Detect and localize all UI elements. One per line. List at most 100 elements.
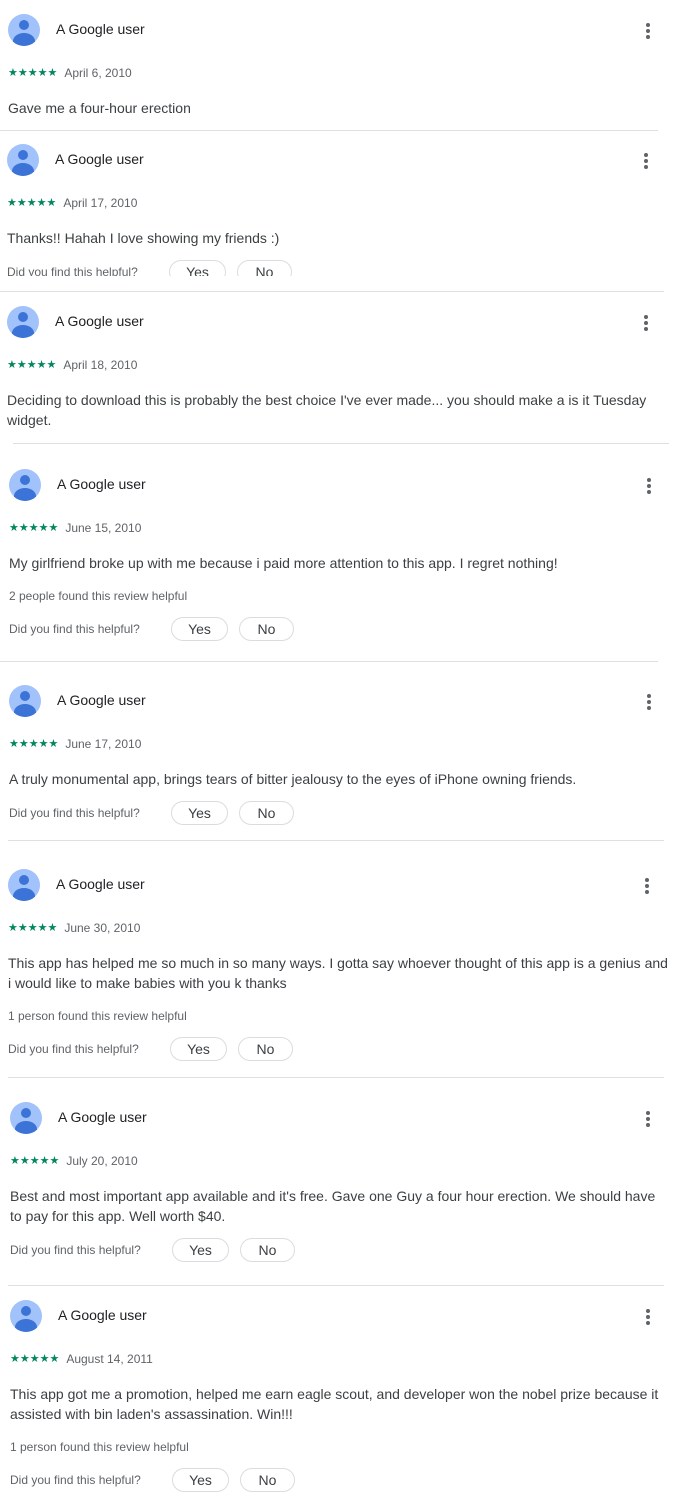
helpful-count: 1 person found this review helpful [8, 1009, 187, 1023]
review-card: A Google user ★★★★★ June 17, 2010 A truly… [9, 685, 674, 830]
helpful-no-button[interactable]: No [239, 801, 294, 825]
review-author: A Google user [57, 692, 146, 708]
star-rating: ★★★★★ [10, 1155, 60, 1168]
review-date: June 30, 2010 [64, 920, 141, 935]
review-card: A Google user ★★★★★ April 17, 2010 Thanks… [7, 144, 672, 278]
review-author: A Google user [56, 876, 145, 892]
review-date: April 6, 2010 [64, 65, 132, 80]
review-date: June 17, 2010 [65, 736, 142, 751]
helpful-yes-button[interactable]: Yes [171, 801, 228, 825]
review-text: Deciding to download this is probably th… [7, 392, 647, 428]
star-rating: ★★★★★ [7, 197, 57, 210]
avatar [7, 306, 39, 338]
review-header: A Google user [10, 1300, 675, 1332]
review-date: April 17, 2010 [63, 195, 138, 210]
helpful-count: 1 person found this review helpful [10, 1440, 189, 1454]
more-options-icon[interactable] [640, 22, 656, 40]
helpful-yes-button[interactable]: Yes [171, 617, 228, 641]
helpful-question: Did you find this helpful? [10, 1243, 141, 1257]
avatar [10, 1102, 42, 1134]
review-author: A Google user [55, 313, 144, 329]
review-author: A Google user [56, 21, 145, 37]
divider [13, 443, 669, 444]
review-text: Best and most important app available an… [10, 1188, 656, 1224]
review-meta: ★★★★★ April 17, 2010 [7, 194, 138, 210]
star-rating: ★★★★★ [9, 738, 59, 751]
star-rating: ★★★★★ [8, 67, 58, 80]
avatar [8, 869, 40, 901]
more-options-icon[interactable] [638, 314, 654, 332]
review-text: Gave me a four-hour erection [8, 100, 191, 116]
review-header: A Google user [7, 306, 672, 338]
divider [8, 1285, 664, 1286]
review-meta: ★★★★★ July 20, 2010 [10, 1152, 138, 1168]
divider [0, 661, 658, 662]
review-card: A Google user ★★★★★ August 14, 2011 This … [10, 1300, 675, 1496]
review-date: July 20, 2010 [66, 1153, 138, 1168]
more-options-icon[interactable] [641, 477, 657, 495]
star-rating: ★★★★★ [10, 1353, 60, 1366]
helpful-question: Did you find this helpful? [8, 1042, 139, 1056]
helpful-question: Did you find this helpful? [9, 806, 140, 820]
helpful-no-button[interactable]: No [237, 260, 292, 276]
review-header: A Google user [8, 869, 673, 901]
review-author: A Google user [58, 1109, 147, 1125]
review-meta: ★★★★★ June 17, 2010 [9, 735, 142, 751]
review-text: This app has helped me so much in so man… [8, 955, 668, 991]
helpful-yes-button[interactable]: Yes [172, 1238, 229, 1262]
more-options-icon[interactable] [641, 693, 657, 711]
review-card: A Google user ★★★★★ June 15, 2010 My girl… [9, 469, 674, 644]
review-text: My girlfriend broke up with me because i… [9, 555, 558, 571]
divider [0, 291, 664, 292]
divider [8, 1077, 664, 1078]
review-date: August 14, 2011 [66, 1351, 153, 1366]
divider [8, 840, 664, 841]
star-rating: ★★★★★ [8, 922, 58, 935]
review-meta: ★★★★★ June 30, 2010 [8, 919, 141, 935]
helpful-question: Did you find this helpful? [7, 265, 138, 276]
helpful-no-button[interactable]: No [240, 1238, 295, 1262]
more-options-icon[interactable] [639, 877, 655, 895]
review-author: A Google user [55, 151, 144, 167]
review-header: A Google user [9, 469, 674, 501]
review-text: Thanks!! Hahah I love showing my friends… [7, 230, 280, 246]
review-card: A Google user ★★★★★ July 20, 2010 Best an… [10, 1102, 675, 1262]
helpful-no-button[interactable]: No [240, 1468, 295, 1492]
review-header: A Google user [9, 685, 674, 717]
review-text: A truly monumental app, brings tears of … [9, 771, 577, 787]
review-header: A Google user [10, 1102, 675, 1134]
helpful-count: 2 people found this review helpful [9, 589, 188, 603]
avatar [9, 685, 41, 717]
star-rating: ★★★★★ [9, 522, 59, 535]
helpful-no-button[interactable]: No [238, 1037, 293, 1061]
review-card: A Google user ★★★★★ June 30, 2010 This ap… [8, 869, 673, 1064]
review-author: A Google user [57, 476, 146, 492]
helpful-yes-button[interactable]: Yes [172, 1468, 229, 1492]
avatar [8, 14, 40, 46]
more-options-icon[interactable] [640, 1110, 656, 1128]
divider [0, 130, 658, 131]
review-card: A Google user ★★★★★ April 6, 2010 Gave me… [8, 14, 673, 124]
review-header: A Google user [8, 14, 673, 46]
avatar [9, 469, 41, 501]
avatar [7, 144, 39, 176]
more-options-icon[interactable] [638, 152, 654, 170]
helpful-question: Did you find this helpful? [9, 622, 140, 636]
review-meta: ★★★★★ April 6, 2010 [8, 64, 132, 80]
helpful-question: Did you find this helpful? [10, 1473, 141, 1487]
review-date: April 18, 2010 [63, 357, 138, 372]
helpful-yes-button[interactable]: Yes [169, 260, 226, 276]
more-options-icon[interactable] [640, 1308, 656, 1326]
review-meta: ★★★★★ April 18, 2010 [7, 356, 138, 372]
avatar [10, 1300, 42, 1332]
review-meta: ★★★★★ August 14, 2011 [10, 1350, 153, 1366]
review-meta: ★★★★★ June 15, 2010 [9, 519, 142, 535]
review-card: A Google user ★★★★★ April 18, 2010 Decidi… [7, 306, 672, 436]
review-text: This app got me a promotion, helped me e… [10, 1386, 659, 1422]
review-author: A Google user [58, 1307, 147, 1323]
helpful-no-button[interactable]: No [239, 617, 294, 641]
review-date: June 15, 2010 [65, 520, 142, 535]
helpful-yes-button[interactable]: Yes [170, 1037, 227, 1061]
star-rating: ★★★★★ [7, 359, 57, 372]
review-header: A Google user [7, 144, 672, 176]
